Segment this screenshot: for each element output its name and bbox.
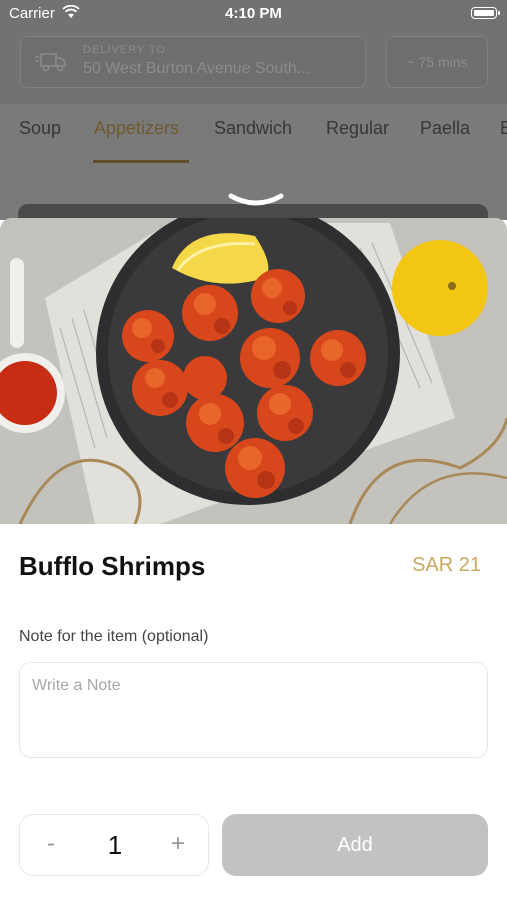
tab-paella[interactable]: Paella: [420, 118, 470, 139]
increase-quantity-button[interactable]: +: [163, 829, 193, 861]
tab-soup[interactable]: Soup: [19, 118, 61, 139]
delivery-label: DELIVERY TO: [83, 44, 166, 56]
note-label: Note for the item (optional): [19, 628, 209, 645]
item-detail-sheet: Bufflo Shrimps SAR 21 Note for the item …: [0, 218, 507, 900]
item-title: Bufflo Shrimps: [19, 551, 206, 581]
quantity-stepper: - 1 +: [19, 814, 209, 876]
tab-regular[interactable]: Regular: [326, 118, 389, 139]
eta-badge: ~ 75 mins: [386, 36, 488, 88]
tab-appetizers[interactable]: Appetizers: [94, 118, 179, 139]
food-photo: [0, 218, 507, 524]
category-tabs: Soup Appetizers Sandwich Regular Paella …: [0, 104, 507, 220]
status-time: 4:10 PM: [225, 5, 282, 22]
delivery-address: 50 West Burton Avenue South...: [83, 60, 311, 77]
active-tab-indicator: [93, 160, 189, 163]
decrease-quantity-button[interactable]: -: [36, 829, 66, 861]
sheet-dismiss-handle-icon[interactable]: [228, 192, 284, 208]
note-input[interactable]: [19, 662, 488, 758]
truck-icon: [35, 53, 66, 72]
battery-icon: [471, 7, 500, 19]
header: DELIVERY TO 50 West Burton Avenue South.…: [0, 28, 507, 104]
tab-partial[interactable]: B: [500, 118, 507, 139]
quantity-value: 1: [107, 830, 123, 860]
tab-sandwich[interactable]: Sandwich: [214, 118, 292, 139]
status-bar: Carrier 4:10 PM: [0, 0, 507, 28]
delivery-address-selector[interactable]: DELIVERY TO 50 West Burton Avenue South.…: [20, 36, 366, 88]
item-price: SAR 21: [412, 554, 481, 576]
add-button[interactable]: Add: [222, 814, 488, 876]
